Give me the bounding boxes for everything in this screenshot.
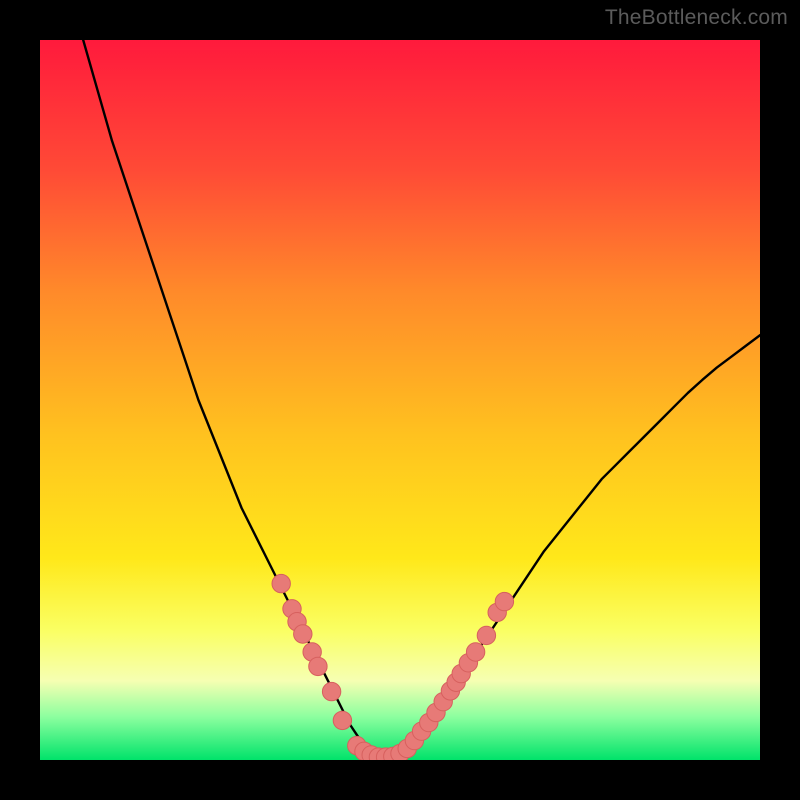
curve-marker: [477, 626, 495, 644]
curve-marker: [322, 682, 340, 700]
curve-marker: [495, 592, 513, 610]
curve-marker: [294, 625, 312, 643]
chart-frame: TheBottleneck.com: [0, 0, 800, 800]
curve-marker: [272, 574, 290, 592]
curve-marker: [466, 643, 484, 661]
curve-marker: [309, 657, 327, 675]
chart-plot-area: [40, 40, 760, 760]
curve-markers: [272, 574, 514, 760]
watermark-text: TheBottleneck.com: [605, 6, 788, 30]
curve-marker: [333, 711, 351, 729]
chart-svg: [40, 40, 760, 760]
bottleneck-curve: [83, 40, 760, 757]
